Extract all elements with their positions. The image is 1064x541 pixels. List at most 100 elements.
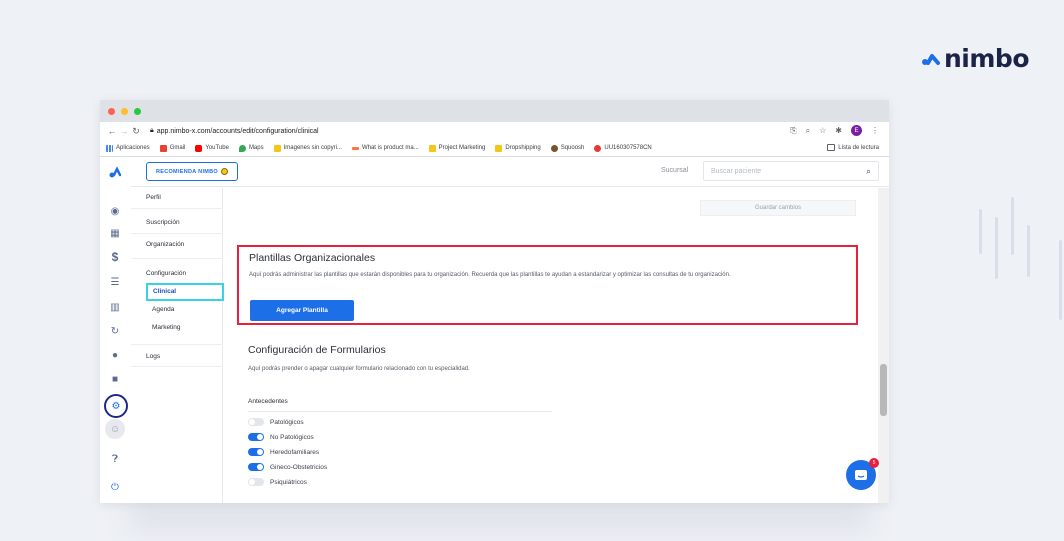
avatar[interactable]: ☺	[105, 419, 125, 439]
toggle-row: Patológicos	[248, 418, 304, 426]
star-icon[interactable]: ☆	[819, 126, 826, 135]
close-window-button[interactable]	[108, 108, 115, 115]
address-bar[interactable]: 🔒︎ app.nimbo-x.com/accounts/edit/configu…	[150, 127, 319, 135]
divider	[131, 208, 223, 209]
subnav-item-organizacion[interactable]: Organización	[146, 241, 184, 248]
scrollbar[interactable]	[878, 188, 889, 503]
templates-title: Plantillas Organizacionales	[249, 252, 376, 264]
url-text: app.nimbo-x.com/accounts/edit/configurat…	[156, 127, 319, 135]
subnav-item-suscripcion[interactable]: Suscripción	[146, 219, 180, 226]
subnav-item-logs[interactable]: Logs	[146, 353, 160, 360]
maximize-window-button[interactable]	[134, 108, 141, 115]
help-icon[interactable]: ❓︎	[107, 451, 123, 467]
profile-avatar[interactable]: E	[851, 125, 862, 136]
chart-icon[interactable]: ▥	[107, 299, 123, 315]
browser-window: ← → ↻ 🔒︎ app.nimbo-x.com/accounts/edit/c…	[100, 100, 889, 503]
subnav-item-perfil[interactable]: Perfil	[146, 194, 161, 201]
subnav-item-agenda[interactable]: Agenda	[152, 306, 174, 313]
search-icon[interactable]: ⌕	[866, 166, 871, 177]
patient-search-input[interactable]: Buscar paciente ⌕	[703, 161, 879, 181]
toggle-switch[interactable]	[248, 418, 264, 426]
address-bar-row: ← → ↻ 🔒︎ app.nimbo-x.com/accounts/edit/c…	[100, 122, 889, 140]
folder-icon	[273, 144, 281, 152]
antecedentes-heading: Antecedentes	[248, 398, 288, 405]
toggle-row: No Patológicos	[248, 433, 314, 441]
video-icon[interactable]: ■	[107, 371, 123, 387]
chat-badge: 5	[869, 458, 879, 468]
scroll-thumb[interactable]	[880, 364, 887, 416]
main-content: Guardar cambios Plantillas Organizaciona…	[224, 188, 878, 503]
gift-icon	[221, 168, 229, 175]
browser-actions: ⎘ ⌕ ☆ ✱ E ⋮	[790, 125, 879, 136]
bookmark-item[interactable]: Project Marketing	[428, 144, 485, 152]
squoosh-icon	[550, 144, 558, 152]
title-bar	[100, 100, 889, 122]
divider	[131, 344, 223, 345]
list-icon[interactable]: ☰	[107, 274, 123, 290]
toggle-switch[interactable]	[248, 463, 264, 471]
bookmark-item[interactable]: Gmail	[159, 144, 185, 152]
settings-subnav: Perfil Suscripción Organización Configur…	[131, 188, 224, 503]
toggle-row: Gineco-Obstetricios	[248, 463, 327, 471]
toggle-switch[interactable]	[248, 478, 264, 486]
nimbo-mark-icon	[922, 53, 940, 65]
subnav-item-configuracion[interactable]: Configuración	[146, 270, 186, 277]
toggle-switch[interactable]	[248, 448, 264, 456]
chat-bubble-icon[interactable]: ●	[107, 347, 123, 363]
divider	[131, 233, 223, 234]
toggle-row: Psiquiátricos	[248, 478, 307, 486]
nimbo-mark-icon[interactable]	[107, 164, 123, 180]
bookmark-item[interactable]: What is product ma...	[351, 145, 419, 151]
divider	[131, 258, 223, 259]
reload-icon[interactable]: ↻	[130, 126, 142, 137]
settings-icon[interactable]: ⚙	[104, 394, 128, 418]
location-icon	[594, 144, 602, 152]
subnav-item-marketing[interactable]: Marketing	[152, 324, 181, 331]
folder-icon	[495, 144, 503, 152]
calendar-icon[interactable]: ▦	[107, 225, 123, 241]
save-changes-button[interactable]: Guardar cambios	[700, 200, 856, 216]
bookmark-item[interactable]: Squoosh	[550, 144, 584, 152]
templates-description: Aquí podrás administrar las plantillas q…	[249, 272, 731, 278]
minimize-window-button[interactable]	[121, 108, 128, 115]
bookmark-item[interactable]: Dropshipping	[495, 144, 541, 152]
link-icon	[351, 146, 359, 150]
bookmark-item[interactable]: YouTube	[195, 144, 229, 152]
maps-icon	[238, 144, 246, 152]
user-icon[interactable]: ◉	[107, 203, 123, 219]
folder-icon	[428, 144, 436, 152]
reading-list[interactable]: Lista de lectura	[827, 144, 879, 151]
nimbo-logo: nimbo	[922, 44, 1030, 73]
toggle-row: Heredofamiliares	[248, 448, 319, 456]
chat-icon	[855, 470, 867, 480]
refresh-icon[interactable]: ↻	[107, 323, 123, 339]
install-icon[interactable]: ⎘	[790, 126, 796, 136]
toggle-switch[interactable]	[248, 433, 264, 441]
extensions-icon[interactable]: ✱	[835, 126, 842, 135]
brand-name: nimbo	[944, 44, 1030, 73]
bookmark-item[interactable]: Imagenes sin copyri...	[273, 144, 342, 152]
forward-icon[interactable]: →	[118, 126, 130, 136]
gmail-icon	[159, 144, 167, 152]
youtube-icon	[195, 144, 203, 152]
bookmark-item[interactable]: UU160307578CN	[594, 144, 652, 152]
subnav-item-clinical[interactable]: Clinical	[153, 288, 176, 295]
divider	[248, 411, 552, 412]
bookmark-item[interactable]: Maps	[238, 144, 264, 152]
lock-icon: 🔒︎	[150, 127, 154, 134]
power-icon[interactable]: ⏻	[107, 479, 123, 495]
reading-list-icon	[827, 144, 836, 151]
menu-icon[interactable]: ⋮	[871, 126, 879, 135]
forms-title: Configuración de Formularios	[248, 344, 386, 356]
apps-icon	[106, 144, 113, 152]
dollar-icon[interactable]: $	[107, 249, 123, 265]
org-templates-card: Plantillas Organizacionales Aquí podrás …	[237, 245, 858, 325]
back-icon[interactable]: ←	[106, 126, 118, 136]
zoom-icon[interactable]: ⌕	[806, 126, 810, 136]
branch-label: Sucursal	[661, 167, 689, 174]
browser-shadow	[130, 500, 870, 530]
forms-description: Aquí podrás prender o apagar cualquier f…	[248, 366, 470, 372]
add-template-button[interactable]: Agregar Plantilla	[250, 300, 354, 321]
bookmark-item[interactable]: Aplicaciones	[106, 144, 150, 152]
recommend-nimbo-button[interactable]: RECOMIENDA NIMBO	[146, 162, 238, 181]
